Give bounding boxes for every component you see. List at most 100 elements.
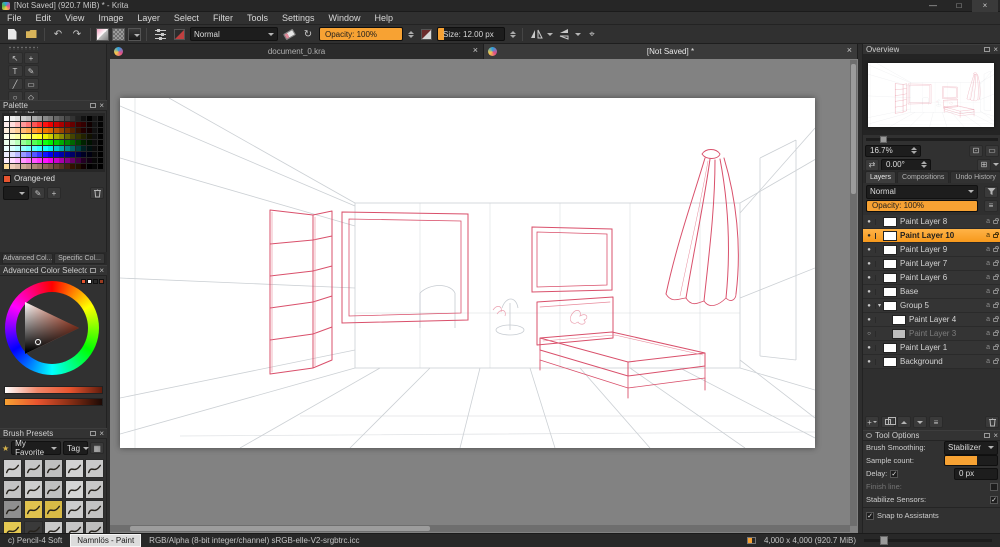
palette-swatch[interactable] (59, 164, 64, 169)
layer-blending-mode-combo[interactable]: Normal (866, 184, 978, 199)
palette-swatch[interactable] (9, 128, 15, 133)
alpha-lock-icon[interactable]: a (986, 358, 990, 365)
palette-swatch[interactable] (53, 134, 59, 139)
palette-swatch[interactable] (42, 164, 48, 169)
delay-field[interactable]: 0 px (954, 467, 998, 480)
brush-preset-tile[interactable] (3, 500, 22, 519)
palette-swatch[interactable] (70, 128, 75, 133)
palette-swatch[interactable] (31, 134, 37, 139)
palette-swatch[interactable] (97, 158, 103, 163)
layer-lock-icon[interactable] (993, 273, 999, 280)
move-layer-up-button[interactable] (897, 416, 911, 428)
toolbox-drag-handle[interactable] (8, 46, 38, 50)
palette-swatch[interactable] (48, 116, 53, 121)
palette-swatch[interactable] (20, 122, 26, 127)
palette-swatch[interactable] (37, 140, 42, 145)
canvas-vertical-scrollbar[interactable] (850, 60, 857, 526)
alpha-lock-icon[interactable]: a (986, 344, 990, 351)
palette-swatch[interactable] (42, 128, 48, 133)
mirror-vertical-button[interactable] (556, 27, 572, 42)
palette-swatch[interactable] (64, 116, 70, 121)
palette-swatch[interactable] (42, 116, 48, 121)
edit-palette-button[interactable]: ✎ (31, 187, 45, 199)
move-tool[interactable]: + (23, 52, 39, 64)
layer-visibility-toggle[interactable]: ● (863, 218, 876, 225)
palette-swatch[interactable] (75, 122, 81, 127)
palette-swatch[interactable] (64, 134, 70, 139)
close-window-button[interactable]: × (972, 0, 998, 12)
line-tool[interactable]: ╱ (7, 78, 23, 90)
palette-swatch[interactable] (20, 158, 26, 163)
palette-swatch[interactable] (42, 152, 48, 157)
palette-swatch[interactable] (81, 134, 86, 139)
palette-swatch[interactable] (59, 140, 64, 145)
palette-swatch[interactable] (31, 146, 37, 151)
palette-swatch[interactable] (64, 146, 70, 151)
snap-assistants-toolbar-button[interactable]: ⌖ (584, 27, 600, 42)
palette-swatch[interactable] (15, 128, 20, 133)
palette-swatch[interactable] (59, 122, 64, 127)
chevron-down-icon[interactable] (993, 163, 999, 169)
menu-item-layer[interactable]: Layer (130, 12, 167, 25)
layer-properties-button[interactable]: ≡ (929, 416, 943, 428)
palette-swatch[interactable] (4, 152, 9, 157)
opacity-spinner[interactable] (406, 30, 415, 38)
alpha-lock-icon[interactable]: a (986, 288, 990, 295)
palette-swatch[interactable] (70, 158, 75, 163)
delete-layer-button[interactable] (985, 416, 999, 428)
current-brush-button[interactable] (418, 27, 434, 42)
layer-row[interactable]: ● Paint Layer 7 a (863, 257, 1000, 271)
opacity-slider[interactable]: Opacity: 100% (319, 27, 403, 41)
overview-thumbnail[interactable] (863, 55, 1000, 135)
palette-swatch[interactable] (75, 158, 81, 163)
layer-lock-icon[interactable] (993, 357, 999, 364)
minimize-button[interactable]: — (920, 0, 946, 12)
palette-swatch[interactable] (31, 140, 37, 145)
text-tool[interactable]: T (7, 65, 23, 77)
palette-swatch[interactable] (97, 146, 103, 151)
palette-swatch[interactable] (70, 116, 75, 121)
zoom-field[interactable]: 16.7% (865, 144, 921, 157)
star-icon[interactable]: ★ (2, 444, 9, 453)
palette-swatch[interactable] (42, 134, 48, 139)
palette-swatch[interactable] (53, 122, 59, 127)
float-panel-icon[interactable] (90, 431, 97, 436)
layer-lock-icon[interactable] (993, 343, 999, 350)
layer-lock-icon[interactable] (993, 259, 999, 266)
palette-swatch[interactable] (26, 152, 31, 157)
close-tab-icon[interactable]: × (473, 45, 478, 55)
slider-handle[interactable] (880, 536, 888, 545)
palette-swatch[interactable] (59, 146, 64, 151)
palette-swatch[interactable] (81, 116, 86, 121)
palette-swatch[interactable] (15, 158, 20, 163)
palette-swatch[interactable] (15, 134, 20, 139)
palette-swatch[interactable] (26, 158, 31, 163)
palette-swatch[interactable] (64, 140, 70, 145)
palette-swatch[interactable] (53, 164, 59, 169)
palette-swatch[interactable] (26, 116, 31, 121)
rectangle-tool[interactable]: ▭ (23, 78, 39, 90)
palette-swatch[interactable] (75, 128, 81, 133)
palette-swatch[interactable] (81, 164, 86, 169)
palette-swatch[interactable] (70, 122, 75, 127)
palette-swatch[interactable] (48, 134, 53, 139)
palette-swatch[interactable] (59, 152, 64, 157)
layer-lock-icon[interactable] (993, 315, 999, 322)
palette-swatch[interactable] (75, 140, 81, 145)
palette-swatch[interactable] (86, 164, 92, 169)
undo-button[interactable]: ↶ (50, 27, 66, 42)
palette-swatch[interactable] (26, 140, 31, 145)
palette-swatch[interactable] (4, 134, 9, 139)
palette-swatch[interactable] (4, 128, 9, 133)
palette-swatch[interactable] (75, 164, 81, 169)
palette-swatch[interactable] (15, 122, 20, 127)
alpha-lock-icon[interactable]: a (986, 218, 990, 225)
mirror-horizontal-button[interactable] (528, 27, 544, 42)
palette-swatch[interactable] (4, 158, 9, 163)
palette-swatch[interactable] (97, 140, 103, 145)
menu-item-file[interactable]: File (0, 12, 29, 25)
redo-button[interactable]: ↷ (69, 27, 85, 42)
layer-visibility-toggle[interactable]: ● (863, 358, 876, 365)
palette-swatch[interactable] (92, 164, 97, 169)
palette-swatch[interactable] (64, 152, 70, 157)
